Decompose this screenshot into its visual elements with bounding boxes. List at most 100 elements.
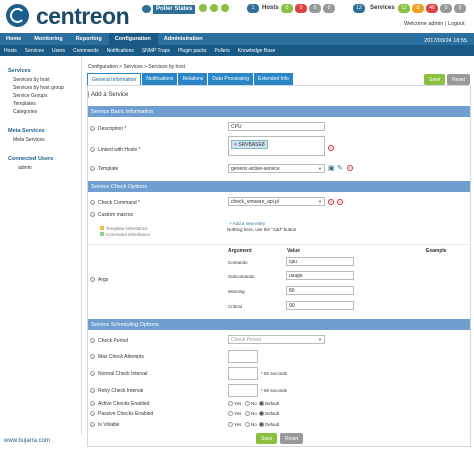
passive-yes-radio[interactable] (228, 411, 233, 416)
arg-name: Critical (228, 304, 242, 309)
help-icon[interactable]: ? (90, 411, 95, 417)
clear-hosts-icon[interactable]: × (328, 145, 334, 151)
help-icon[interactable]: ? (90, 212, 95, 218)
save-button-top[interactable]: Save (424, 74, 446, 85)
volatile-yes-radio[interactable] (228, 422, 233, 427)
host-count-up[interactable]: 0 (281, 4, 293, 13)
subnav-commands[interactable]: Commands (69, 45, 103, 56)
passive-no-radio[interactable] (245, 411, 250, 416)
sidebar-item-services-by-host-group[interactable]: Services by host group (0, 84, 81, 92)
sidebar-item-meta-services[interactable]: Meta Services (0, 136, 81, 144)
template-select[interactable]: generic-active-service ▼ (228, 164, 325, 173)
nav-administration[interactable]: Administration (158, 33, 210, 45)
logo-text: centreon (36, 3, 130, 29)
volatile-no-radio[interactable] (245, 422, 250, 427)
volatile-default-radio[interactable] (259, 422, 264, 427)
svc-count-critical[interactable]: 46 (426, 4, 438, 13)
sub-nav: Hosts Services Users Commands Notificati… (0, 45, 474, 56)
nav-monitoring[interactable]: Monitoring (28, 33, 69, 45)
max-attempts-input[interactable] (228, 350, 258, 363)
help-icon[interactable]: ? (90, 401, 95, 407)
help-icon[interactable]: ? (90, 277, 95, 283)
help-icon[interactable]: ? (90, 338, 95, 344)
subnav-notifications[interactable]: Notifications (103, 45, 138, 56)
passive-default-radio[interactable] (259, 411, 264, 416)
arg-name: Subcomando (228, 274, 255, 279)
welcome-logout[interactable]: Welcome admin | Logout (404, 21, 465, 27)
radio-label: Default (265, 411, 280, 416)
hosts-count[interactable]: 1 (247, 4, 259, 13)
svc-count-warning[interactable]: 0 (412, 4, 424, 13)
clear-template-icon[interactable]: × (347, 165, 353, 171)
services-count[interactable]: 12 (353, 4, 365, 13)
template-view-icon[interactable]: ▣ (328, 164, 335, 172)
radio-label: Yes (234, 401, 242, 406)
host-count-down[interactable]: 0 (295, 4, 307, 13)
check-command-select[interactable]: check_vmware_api.pl ▼ (228, 197, 325, 206)
sidebar-item-service-groups[interactable]: Service Groups (0, 92, 81, 100)
host-count-unreachable[interactable]: 0 (309, 4, 321, 13)
legend-swatch-icon (100, 232, 104, 236)
sidebar-item-services-by-host[interactable]: Services by host (0, 76, 81, 84)
help-icon[interactable]: ? (90, 371, 95, 377)
arg-value-input[interactable]: usage (286, 271, 354, 280)
help-icon[interactable]: ? (90, 354, 95, 360)
tab-extended-info[interactable]: Extended Info (253, 73, 293, 85)
svc-count-ok[interactable]: 12 (398, 4, 410, 13)
poller-states[interactable]: Poller States (153, 5, 196, 14)
help-icon[interactable]: ? (90, 147, 95, 153)
reset-button-bottom[interactable]: Reset (280, 433, 304, 444)
help-icon[interactable]: ? (90, 200, 95, 206)
tab-data-processing[interactable]: Data Processing (208, 73, 253, 85)
subnav-knowledge-base[interactable]: Knowledge Base (234, 45, 280, 56)
tab-relations[interactable]: Relations (178, 73, 208, 85)
active-no-radio[interactable] (245, 401, 250, 406)
svc-count-pending[interactable]: 0 (454, 4, 466, 13)
centreon-logo-icon[interactable] (6, 4, 29, 27)
retry-interval-suffix: * 60 seconds (261, 388, 288, 393)
check-command-remove-icon[interactable]: × (328, 199, 334, 205)
section-check-options: Service Check Options (88, 181, 470, 192)
nav-configuration[interactable]: Configuration (108, 33, 158, 45)
save-button-bottom[interactable]: Save (256, 433, 278, 444)
active-default-radio[interactable] (259, 401, 264, 406)
help-icon[interactable]: ? (90, 126, 95, 132)
nav-reporting[interactable]: Reporting (70, 33, 109, 45)
subnav-pollers[interactable]: Pollers (210, 45, 233, 56)
nav-home[interactable]: Home (0, 33, 28, 45)
tab-general-information[interactable]: General Information (87, 73, 142, 85)
sidebar-item-categories[interactable]: Categories (0, 108, 81, 116)
help-icon[interactable]: ? (90, 388, 95, 394)
services-label[interactable]: Services (370, 5, 395, 11)
subnav-users[interactable]: Users (48, 45, 69, 56)
sidebar-item-templates[interactable]: Templates (0, 100, 81, 108)
subnav-snmp-traps[interactable]: SNMP Traps (138, 45, 174, 56)
sidebar-user-admin[interactable]: admin (0, 164, 81, 172)
template-edit-icon[interactable]: ✎ (337, 164, 343, 172)
subnav-hosts[interactable]: Hosts (0, 45, 21, 56)
arg-value-input[interactable]: 80 (286, 286, 354, 295)
arg-value-input[interactable]: cpu (286, 257, 354, 266)
radio-label: Default (265, 401, 280, 406)
host-tag[interactable]: × SRVBASE8 (231, 140, 268, 149)
help-icon[interactable]: ? (90, 166, 95, 172)
help-icon[interactable]: ? (90, 422, 95, 428)
svc-count-unknown[interactable]: 0 (440, 4, 452, 13)
clear-check-command-icon[interactable]: × (337, 199, 343, 205)
hosts-label[interactable]: Hosts (262, 5, 279, 11)
reset-button-top[interactable]: Reset (447, 74, 471, 85)
arg-value-input[interactable]: 90 (286, 301, 354, 310)
breadcrumb[interactable]: Configuration > Services > Services by h… (88, 64, 185, 70)
subnav-services[interactable]: Services (21, 45, 48, 56)
subnav-plugin-packs[interactable]: Plugin packs (174, 45, 210, 56)
check-period-select[interactable]: Check Period ▼ (228, 335, 325, 344)
retry-interval-input[interactable] (228, 384, 258, 397)
normal-interval-input[interactable] (228, 367, 258, 380)
add-entry-link[interactable]: + Add a new entry (229, 221, 265, 226)
description-input[interactable]: CPU (228, 122, 325, 131)
tab-notifications[interactable]: Notifications (142, 73, 178, 85)
poller-icon[interactable] (142, 5, 151, 13)
host-count-pending[interactable]: 0 (323, 4, 335, 13)
normal-interval-suffix: * 60 seconds (261, 371, 288, 376)
active-yes-radio[interactable] (228, 401, 233, 406)
